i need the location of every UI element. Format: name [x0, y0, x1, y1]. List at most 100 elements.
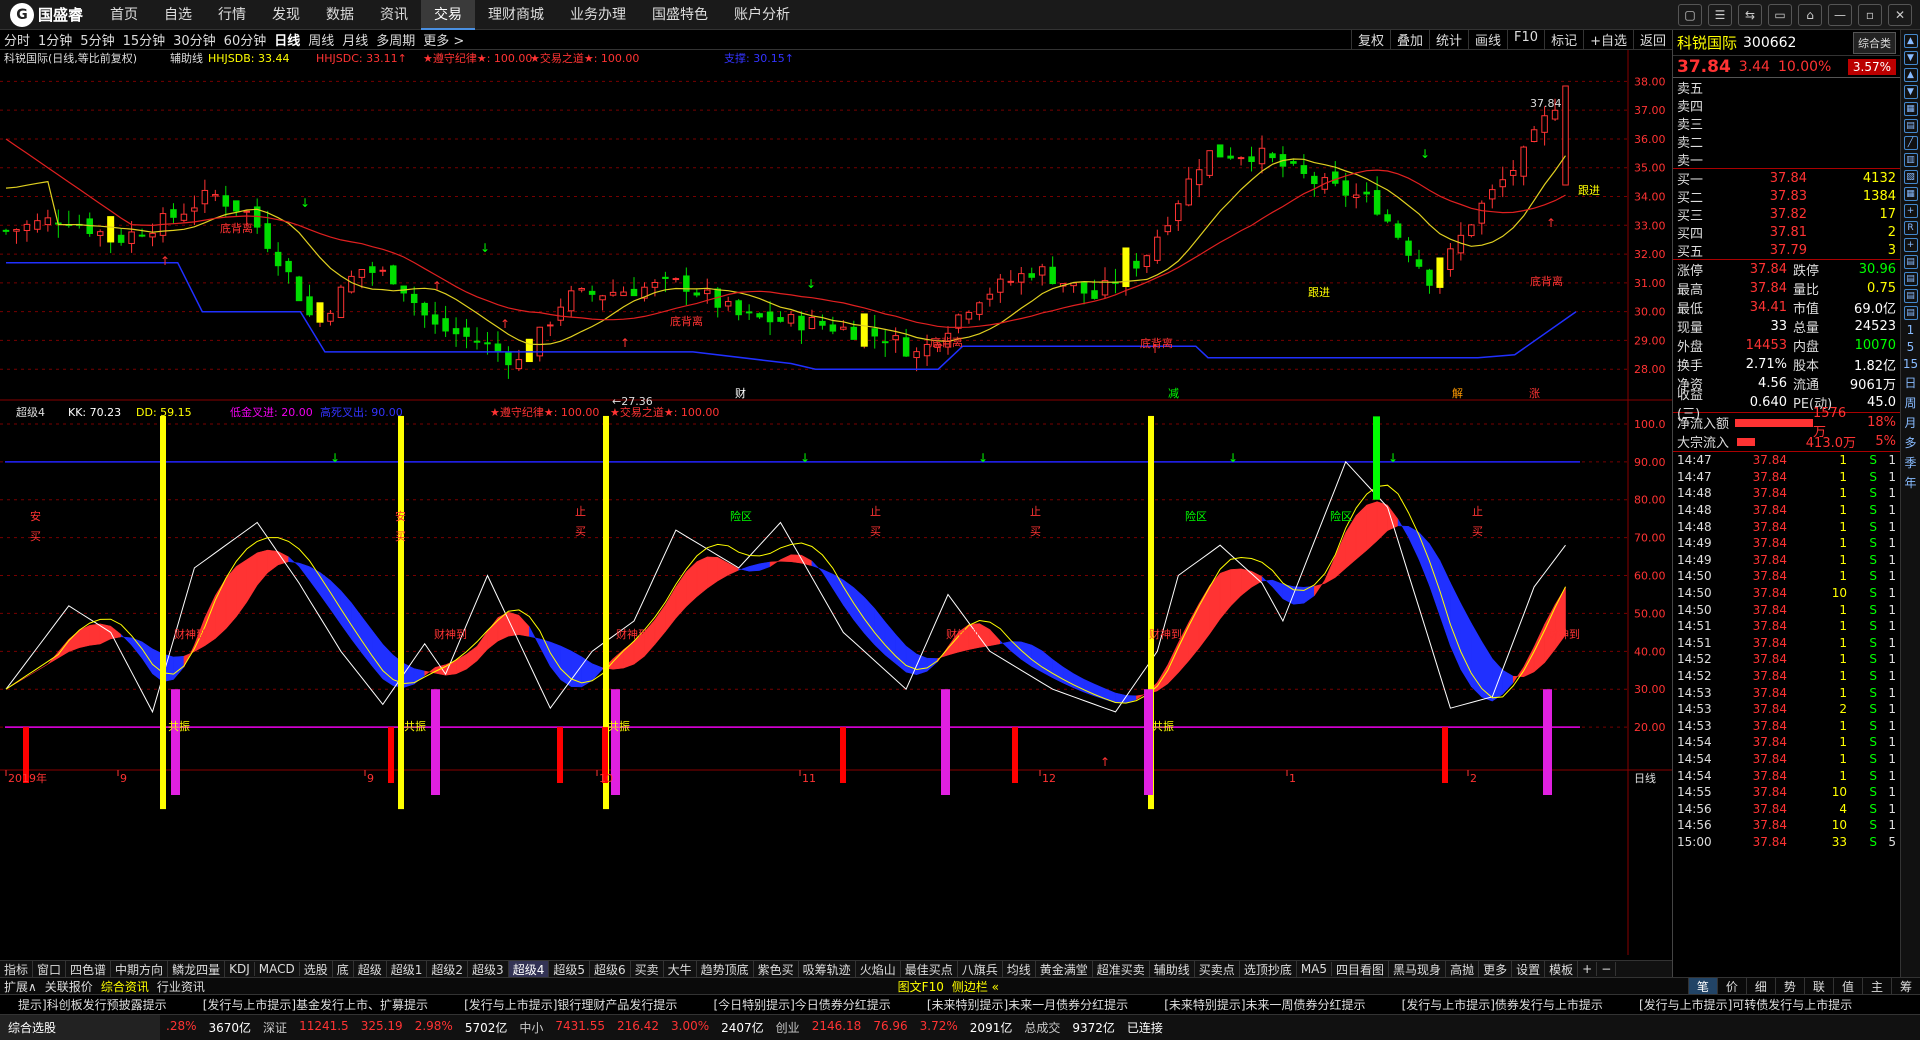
indicator-tab-15[interactable]: 超级6: [590, 961, 631, 977]
side-icon-17[interactable]: 1: [1907, 323, 1915, 337]
indicator-tab-2[interactable]: 四色谱: [66, 961, 112, 977]
indicator-tab-34[interactable]: 更多: [1479, 961, 1513, 977]
info-tab-1[interactable]: 关联报价: [41, 978, 97, 995]
side-icon-16[interactable]: ▤: [1903, 306, 1918, 320]
app-logo[interactable]: G 国盛睿: [0, 2, 97, 27]
orderbook-row[interactable]: 卖四: [1673, 96, 1900, 115]
indicator-tab-28[interactable]: 买卖点: [1195, 961, 1240, 977]
indicator-tab-24[interactable]: 均线: [1003, 961, 1036, 977]
period-3[interactable]: 15分钟: [119, 30, 170, 49]
nav-item-7[interactable]: 理财商城: [475, 0, 557, 30]
indicator-tab-16[interactable]: 买卖: [631, 961, 664, 977]
info-tab-3[interactable]: 行业资讯: [153, 978, 209, 995]
chart-tool-7[interactable]: 返回: [1632, 30, 1672, 49]
panel-tab-7[interactable]: 筹: [1890, 977, 1920, 995]
ticker-item-7[interactable]: [发行与上市提示]可转债发行与上市提示: [1621, 996, 1870, 1013]
chart-tool-5[interactable]: 标记: [1544, 30, 1583, 49]
orderbook-row[interactable]: 买四 37.81 2: [1673, 223, 1900, 242]
status-tab[interactable]: 综合选股: [0, 1014, 160, 1040]
window-button-6[interactable]: ▫: [1858, 3, 1882, 26]
indicator-tab-36[interactable]: 模板: [1545, 961, 1579, 977]
panel-tab-6[interactable]: 主: [1861, 977, 1891, 995]
orderbook-row[interactable]: 买二 37.83 1384: [1673, 187, 1900, 206]
period-9[interactable]: 多周期: [372, 30, 419, 49]
ticker-item-2[interactable]: [发行与上市提示]银行理财产品发行提示: [446, 996, 695, 1013]
info-tab-2[interactable]: 综合资讯: [97, 978, 153, 995]
indicator-tab-21[interactable]: 火焰山: [856, 961, 901, 977]
indicator-tab-32[interactable]: 黑马现身: [1389, 961, 1447, 977]
indicator-tab-10[interactable]: 超级1: [387, 961, 428, 977]
window-button-2[interactable]: ⇆: [1738, 3, 1762, 26]
nav-item-2[interactable]: 行情: [205, 0, 259, 30]
industry-badge[interactable]: 综合类: [1853, 31, 1896, 54]
side-icon-0[interactable]: ▲: [1903, 34, 1918, 48]
indicator-tab-26[interactable]: 超准买卖: [1093, 961, 1150, 977]
indicator-tab-30[interactable]: MA5: [1297, 962, 1333, 976]
side-icon-20[interactable]: 日: [1904, 374, 1916, 391]
period-5[interactable]: 60分钟: [220, 30, 271, 49]
indicator-tab-14[interactable]: 超级5: [549, 961, 590, 977]
indicator-tab-12[interactable]: 超级3: [468, 961, 509, 977]
indicator-tab-0[interactable]: 指标: [0, 961, 34, 977]
indicator-tab-38[interactable]: −: [1597, 962, 1617, 976]
orderbook-row[interactable]: 买三 37.82 17: [1673, 205, 1900, 224]
indicator-tab-25[interactable]: 黄金满堂: [1036, 961, 1093, 977]
side-icon-10[interactable]: +: [1903, 204, 1918, 218]
ticker-item-3[interactable]: [今日特别提示]今日债券分红提示: [695, 996, 908, 1013]
indicator-tab-3[interactable]: 中期方向: [111, 961, 169, 977]
indicator-tab-9[interactable]: 超级: [354, 961, 387, 977]
orderbook-row[interactable]: 卖一: [1673, 150, 1900, 169]
nav-item-6[interactable]: 交易: [421, 0, 476, 30]
ticker-item-0[interactable]: 提示]科创板发行预披露提示: [0, 996, 185, 1013]
ticker-item-1[interactable]: [发行与上市提示]基金发行上市、扩募提示: [185, 996, 446, 1013]
window-button-0[interactable]: ▢: [1678, 3, 1702, 26]
orderbook-row[interactable]: 卖二: [1673, 132, 1900, 151]
indicator-tab-19[interactable]: 紫色买: [754, 961, 799, 977]
panel-tab-1[interactable]: 价: [1716, 977, 1746, 995]
kline-chart[interactable]: 科锐国际(日线,等比前复权) 辅助线 HHJSDB: 33.44 HHJSDC: 33…: [0, 50, 1672, 960]
side-icon-14[interactable]: ▤: [1903, 272, 1918, 286]
side-icon-12[interactable]: +: [1903, 238, 1918, 252]
indicator-tab-22[interactable]: 最佳买点: [901, 961, 958, 977]
indicator-tab-33[interactable]: 高抛: [1446, 961, 1480, 977]
orderbook-row[interactable]: 卖三: [1673, 114, 1900, 133]
panel-tab-0[interactable]: 笔: [1687, 977, 1717, 995]
nav-item-9[interactable]: 国盛特色: [639, 0, 721, 30]
side-icon-15[interactable]: ▤: [1903, 289, 1918, 303]
period-1[interactable]: 1分钟: [34, 30, 76, 49]
indicator-tab-18[interactable]: 趋势顶底: [697, 961, 754, 977]
side-icon-24[interactable]: 季: [1904, 454, 1916, 471]
side-icon-8[interactable]: ▧: [1903, 170, 1918, 184]
nav-item-1[interactable]: 自选: [151, 0, 205, 30]
window-button-1[interactable]: ☰: [1708, 3, 1732, 26]
nav-item-8[interactable]: 业务办理: [557, 0, 639, 30]
indicator-tab-37[interactable]: +: [1578, 962, 1598, 976]
side-icon-23[interactable]: 多: [1904, 434, 1916, 451]
window-button-4[interactable]: ⌂: [1798, 3, 1822, 26]
indicator-tab-11[interactable]: 超级2: [427, 961, 469, 977]
chart-tool-2[interactable]: 统计: [1429, 30, 1468, 49]
orderbook-row[interactable]: 卖五: [1673, 78, 1900, 97]
side-icon-3[interactable]: ▼: [1903, 85, 1918, 99]
indicator-tab-1[interactable]: 窗口: [33, 961, 67, 977]
period-4[interactable]: 30分钟: [169, 30, 220, 49]
sidebar-toggle[interactable]: 侧边栏 «: [948, 978, 1003, 995]
info-tab-0[interactable]: 扩展∧: [0, 978, 41, 995]
chart-tool-1[interactable]: 叠加: [1389, 30, 1429, 49]
side-icon-18[interactable]: 5: [1907, 340, 1915, 354]
side-icon-6[interactable]: ╱: [1903, 136, 1918, 150]
ticker-item-6[interactable]: [发行与上市提示]债券发行与上市提示: [1384, 996, 1621, 1013]
chart-tool-0[interactable]: 复权: [1350, 30, 1390, 49]
window-button-5[interactable]: —: [1828, 3, 1852, 26]
side-icon-22[interactable]: 月: [1904, 414, 1916, 431]
ticker-item-4[interactable]: [未来特别提示]未来一月债券分红提示: [909, 996, 1146, 1013]
side-icon-9[interactable]: ▦: [1903, 187, 1918, 201]
f10-button[interactable]: 图文F10: [894, 978, 948, 995]
chart-tool-4[interactable]: F10: [1507, 30, 1544, 49]
side-icon-11[interactable]: R: [1903, 221, 1918, 235]
nav-item-4[interactable]: 数据: [313, 0, 367, 30]
indicator-tab-7[interactable]: 选股: [300, 961, 333, 977]
side-icon-7[interactable]: ▥: [1903, 153, 1918, 167]
indicator-tab-4[interactable]: 鳞龙四量: [168, 961, 226, 977]
indicator-tab-17[interactable]: 大牛: [664, 961, 697, 977]
